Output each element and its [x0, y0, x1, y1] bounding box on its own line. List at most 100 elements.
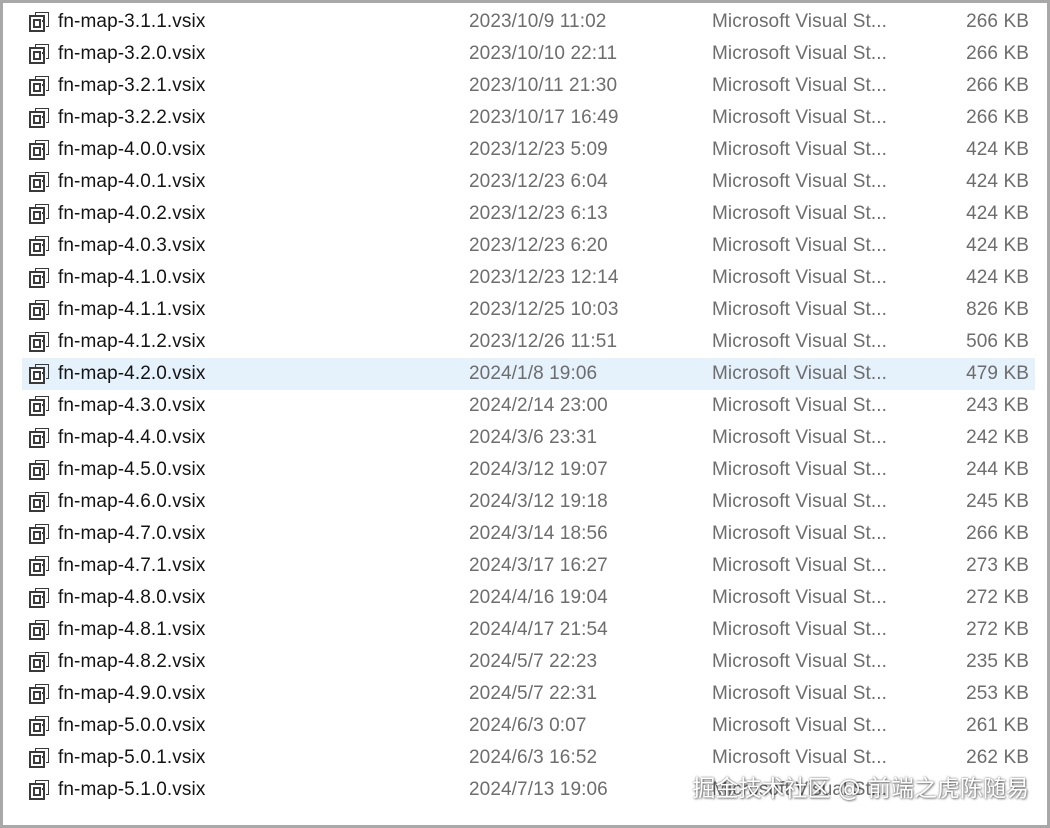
file-name: fn-map-4.0.0.vsix: [58, 139, 206, 160]
file-name: fn-map-4.1.0.vsix: [58, 267, 206, 288]
file-type: Microsoft Visual St...: [712, 427, 888, 448]
file-date-modified: 2023/12/23 6:13: [469, 203, 608, 224]
file-type: Microsoft Visual St...: [712, 171, 888, 192]
file-row[interactable]: fn-map-4.1.0.vsix 2023/12/23 12:14 Micro…: [3, 262, 1047, 294]
file-size: 424 KB: [966, 171, 1029, 192]
vsix-package-icon: [29, 748, 49, 768]
file-row[interactable]: fn-map-4.0.2.vsix 2023/12/23 6:13 Micros…: [3, 198, 1047, 230]
file-row[interactable]: fn-map-5.0.1.vsix 2024/6/3 16:52 Microso…: [3, 742, 1047, 774]
vsix-package-icon: [29, 780, 49, 800]
file-size: 242 KB: [966, 427, 1029, 448]
file-type: Microsoft Visual St...: [712, 395, 888, 416]
file-date-modified: 2024/3/12 19:18: [469, 491, 608, 512]
file-type: Microsoft Visual St...: [712, 747, 888, 768]
file-name: fn-map-4.2.0.vsix: [58, 363, 206, 384]
file-row[interactable]: fn-map-4.0.3.vsix 2023/12/23 6:20 Micros…: [3, 230, 1047, 262]
file-type: Microsoft Visual St...: [712, 331, 888, 352]
file-name: fn-map-3.2.1.vsix: [58, 75, 206, 96]
file-name: fn-map-4.1.1.vsix: [58, 299, 206, 320]
file-row[interactable]: fn-map-3.1.1.vsix 2023/10/9 11:02 Micros…: [3, 6, 1047, 38]
file-list: fn-map-3.1.1.vsix 2023/10/9 11:02 Micros…: [3, 6, 1047, 806]
file-date-modified: 2023/12/23 12:14: [469, 267, 619, 288]
vsix-package-icon: [29, 396, 49, 416]
file-size: 245 KB: [966, 491, 1029, 512]
vsix-package-icon: [29, 300, 49, 320]
file-row[interactable]: fn-map-4.0.0.vsix 2023/12/23 5:09 Micros…: [3, 134, 1047, 166]
file-row[interactable]: fn-map-4.8.1.vsix 2024/4/17 21:54 Micros…: [3, 614, 1047, 646]
file-size: 266 KB: [966, 43, 1029, 64]
file-name: fn-map-4.3.0.vsix: [58, 395, 206, 416]
file-size: 253 KB: [966, 683, 1029, 704]
file-date-modified: 2024/3/14 18:56: [469, 523, 608, 544]
file-date-modified: 2024/6/3 16:52: [469, 747, 598, 768]
file-name: fn-map-5.1.0.vsix: [58, 779, 206, 800]
file-size: 506 KB: [966, 331, 1029, 352]
file-date-modified: 2024/1/8 19:06: [469, 363, 598, 384]
file-name: fn-map-4.8.1.vsix: [58, 619, 206, 640]
file-type: Microsoft Visual St...: [712, 299, 888, 320]
file-date-modified: 2024/4/16 19:04: [469, 587, 608, 608]
file-size: 424 KB: [966, 235, 1029, 256]
file-date-modified: 2023/12/23 6:04: [469, 171, 608, 192]
file-type: Microsoft Visual St...: [712, 139, 888, 160]
file-row[interactable]: fn-map-4.7.1.vsix 2024/3/17 16:27 Micros…: [3, 550, 1047, 582]
file-type: Microsoft Visual St...: [712, 587, 888, 608]
file-row[interactable]: fn-map-4.1.2.vsix 2023/12/26 11:51 Micro…: [3, 326, 1047, 358]
vsix-package-icon: [29, 460, 49, 480]
file-name: fn-map-4.0.1.vsix: [58, 171, 206, 192]
file-name: fn-map-4.6.0.vsix: [58, 491, 206, 512]
file-type: Microsoft Visual St...: [712, 459, 888, 480]
vsix-package-icon: [29, 556, 49, 576]
vsix-package-icon: [29, 44, 49, 64]
file-size: 826 KB: [966, 299, 1029, 320]
file-type: Microsoft Visual St...: [712, 43, 888, 64]
file-date-modified: 2024/3/17 16:27: [469, 555, 608, 576]
file-row[interactable]: fn-map-3.2.2.vsix 2023/10/17 16:49 Micro…: [3, 102, 1047, 134]
file-date-modified: 2024/3/6 23:31: [469, 427, 598, 448]
explorer-frame: fn-map-3.1.1.vsix 2023/10/9 11:02 Micros…: [3, 3, 1047, 825]
file-row[interactable]: fn-map-4.1.1.vsix 2023/12/25 10:03 Micro…: [3, 294, 1047, 326]
vsix-package-icon: [29, 364, 49, 384]
vsix-package-icon: [29, 140, 49, 160]
file-name: fn-map-4.4.0.vsix: [58, 427, 206, 448]
file-size: 424 KB: [966, 267, 1029, 288]
vsix-package-icon: [29, 332, 49, 352]
vsix-package-icon: [29, 236, 49, 256]
file-row[interactable]: fn-map-4.6.0.vsix 2024/3/12 19:18 Micros…: [3, 486, 1047, 518]
file-row[interactable]: fn-map-3.2.1.vsix 2023/10/11 21:30 Micro…: [3, 70, 1047, 102]
file-size: 272 KB: [966, 587, 1029, 608]
file-type: Microsoft Visual St...: [712, 75, 888, 96]
watermark: 掘金技术社区 @ 前端之虎陈随易: [692, 776, 1029, 802]
file-date-modified: 2024/5/7 22:23: [469, 651, 598, 672]
file-type: Microsoft Visual St...: [712, 267, 888, 288]
file-row[interactable]: fn-map-4.8.2.vsix 2024/5/7 22:23 Microso…: [3, 646, 1047, 678]
file-name: fn-map-3.2.0.vsix: [58, 43, 206, 64]
file-name: fn-map-3.2.2.vsix: [58, 107, 206, 128]
file-row[interactable]: fn-map-4.4.0.vsix 2024/3/6 23:31 Microso…: [3, 422, 1047, 454]
file-row[interactable]: fn-map-5.0.0.vsix 2024/6/3 0:07 Microsof…: [3, 710, 1047, 742]
file-row[interactable]: fn-map-4.2.0.vsix 2024/1/8 19:06 Microso…: [3, 358, 1047, 390]
file-row[interactable]: fn-map-4.0.1.vsix 2023/12/23 6:04 Micros…: [3, 166, 1047, 198]
file-name: fn-map-5.0.0.vsix: [58, 715, 206, 736]
file-size: 262 KB: [966, 747, 1029, 768]
file-row[interactable]: fn-map-4.7.0.vsix 2024/3/14 18:56 Micros…: [3, 518, 1047, 550]
file-name: fn-map-4.0.3.vsix: [58, 235, 206, 256]
file-row[interactable]: fn-map-4.9.0.vsix 2024/5/7 22:31 Microso…: [3, 678, 1047, 710]
file-date-modified: 2024/6/3 0:07: [469, 715, 587, 736]
file-name: fn-map-3.1.1.vsix: [58, 11, 206, 32]
file-row[interactable]: fn-map-4.3.0.vsix 2024/2/14 23:00 Micros…: [3, 390, 1047, 422]
file-size: 266 KB: [966, 11, 1029, 32]
file-type: Microsoft Visual St...: [712, 555, 888, 576]
vsix-package-icon: [29, 620, 49, 640]
file-row[interactable]: fn-map-4.5.0.vsix 2024/3/12 19:07 Micros…: [3, 454, 1047, 486]
file-row[interactable]: fn-map-4.8.0.vsix 2024/4/16 19:04 Micros…: [3, 582, 1047, 614]
file-size: 235 KB: [966, 651, 1029, 672]
file-name: fn-map-4.5.0.vsix: [58, 459, 206, 480]
vsix-package-icon: [29, 428, 49, 448]
vsix-package-icon: [29, 524, 49, 544]
vsix-package-icon: [29, 684, 49, 704]
file-type: Microsoft Visual St...: [712, 683, 888, 704]
file-date-modified: 2024/4/17 21:54: [469, 619, 608, 640]
file-type: Microsoft Visual St...: [712, 11, 888, 32]
file-row[interactable]: fn-map-3.2.0.vsix 2023/10/10 22:11 Micro…: [3, 38, 1047, 70]
